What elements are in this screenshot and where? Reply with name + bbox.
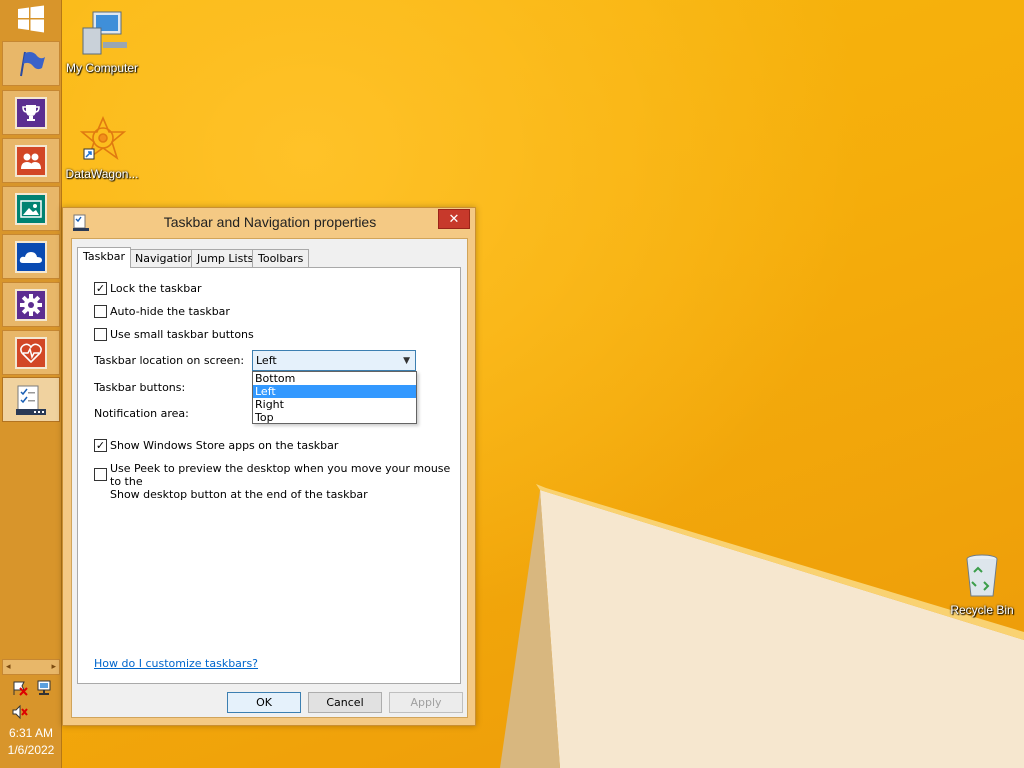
taskbar-item-onedrive[interactable] <box>2 234 60 279</box>
taskbar-tab-panel: ✓ Lock the taskbar Auto-hide the taskbar… <box>77 267 461 684</box>
volume-muted-icon[interactable] <box>11 704 29 720</box>
dialog-client-area: Taskbar Navigation Jump Lists Toolbars ✓… <box>71 238 468 718</box>
ok-button[interactable]: OK <box>227 692 301 713</box>
taskbar-item-people[interactable] <box>2 138 60 183</box>
cancel-button[interactable]: Cancel <box>308 692 382 713</box>
taskbar-item-trophy[interactable] <box>2 90 60 135</box>
desktop-icon-label: DataWagon... <box>65 167 139 181</box>
peek-option[interactable]: Use Peek to preview the desktop when you… <box>94 462 460 501</box>
taskbar-buttons-label: Taskbar buttons: <box>94 381 186 394</box>
taskbar-item-flag[interactable] <box>2 41 60 86</box>
lock-taskbar-option[interactable]: ✓ Lock the taskbar <box>94 282 202 295</box>
tab-toolbars[interactable]: Toolbars <box>252 249 310 267</box>
photos-icon <box>20 199 42 218</box>
lock-taskbar-label: Lock the taskbar <box>110 282 202 295</box>
peek-label: Use Peek to preview the desktop when you… <box>110 462 460 501</box>
taskbar-location-select[interactable]: Left ▼ <box>252 350 416 371</box>
small-buttons-label: Use small taskbar buttons <box>110 328 254 341</box>
onedrive-icon <box>19 251 42 263</box>
taskbar-item-health[interactable] <box>2 330 60 375</box>
health-heart-icon <box>20 343 42 363</box>
small-buttons-checkbox[interactable] <box>94 328 107 341</box>
auto-hide-option[interactable]: Auto-hide the taskbar <box>94 305 230 318</box>
taskbar-item-photos[interactable] <box>2 186 60 231</box>
notification-area-label: Notification area: <box>94 407 189 420</box>
store-apps-label: Show Windows Store apps on the taskbar <box>110 439 339 452</box>
tab-navigation[interactable]: Navigation <box>129 249 201 267</box>
peek-label-line-1: Use Peek to preview the desktop when you… <box>110 462 451 488</box>
taskbar-properties-dialog: Taskbar and Navigation properties ✕ Task… <box>62 207 476 726</box>
desktop-icon-recycle-bin[interactable]: Recycle Bin <box>942 552 1022 617</box>
clock-date[interactable]: 1/6/2022 <box>0 743 62 757</box>
help-link[interactable]: How do I customize taskbars? <box>94 657 258 670</box>
auto-hide-label: Auto-hide the taskbar <box>110 305 230 318</box>
close-button[interactable]: ✕ <box>438 209 470 229</box>
desktop-icon-datawagon[interactable]: DataWagon... <box>62 115 142 181</box>
apply-button[interactable]: Apply <box>389 692 463 713</box>
desktop-icon-my-computer[interactable]: My Computer <box>62 8 142 75</box>
trophy-tile <box>15 96 47 129</box>
scroll-right-icon[interactable]: ▸ <box>51 662 56 672</box>
photos-tile <box>15 192 47 225</box>
location-option-right[interactable]: Right <box>253 398 416 411</box>
health-tile <box>15 336 47 369</box>
taskbar-item-taskbar-properties[interactable] <box>2 377 60 422</box>
peek-label-line-2: Show desktop button at the end of the ta… <box>110 488 368 501</box>
computer-icon <box>82 11 127 55</box>
store-apps-option[interactable]: ✓ Show Windows Store apps on the taskbar <box>94 439 338 452</box>
settings-gear-icon <box>20 293 42 316</box>
lock-taskbar-checkbox[interactable]: ✓ <box>94 282 107 295</box>
location-option-left[interactable]: Left <box>253 385 416 398</box>
clock-time[interactable]: 6:31 AM <box>0 726 62 740</box>
taskbar-location-value: Left <box>256 354 277 367</box>
location-option-bottom[interactable]: Bottom <box>253 372 416 385</box>
network-icon[interactable] <box>35 680 53 696</box>
taskbar: ◂ ▸ 6:31 AM 1/6/2022 <box>0 0 62 768</box>
scroll-left-icon[interactable]: ◂ <box>6 662 11 672</box>
taskbar-location-dropdown: Bottom Left Right Top <box>252 371 417 424</box>
taskbar-properties-icon <box>16 385 46 415</box>
dialog-title: Taskbar and Navigation properties <box>163 214 377 230</box>
small-buttons-option[interactable]: Use small taskbar buttons <box>94 328 254 341</box>
settings-tile <box>15 288 47 321</box>
close-icon: ✕ <box>448 211 460 227</box>
action-center-flag-icon[interactable] <box>11 680 29 696</box>
onedrive-tile <box>15 240 47 273</box>
desktop-icon-label: My Computer <box>65 61 139 75</box>
people-icon <box>21 153 41 169</box>
flag-icon <box>20 51 45 76</box>
people-tile <box>15 144 47 177</box>
chevron-down-icon: ▼ <box>403 355 410 366</box>
taskbar-scroll[interactable]: ◂ ▸ <box>2 659 60 675</box>
datawagon-shortcut-icon <box>79 115 127 161</box>
taskbar-item-settings[interactable] <box>2 282 60 327</box>
peek-checkbox[interactable] <box>94 468 107 481</box>
store-apps-checkbox[interactable]: ✓ <box>94 439 107 452</box>
auto-hide-checkbox[interactable] <box>94 305 107 318</box>
tab-taskbar[interactable]: Taskbar <box>77 247 131 268</box>
desktop-icon-label: Recycle Bin <box>950 603 1014 617</box>
tab-jump-lists[interactable]: Jump Lists <box>191 249 260 267</box>
recycle-bin-icon <box>966 554 998 597</box>
windows-logo-icon[interactable] <box>16 5 46 33</box>
trophy-icon <box>22 104 40 121</box>
taskbar-location-label: Taskbar location on screen: <box>94 354 245 367</box>
location-option-top[interactable]: Top <box>253 411 416 424</box>
